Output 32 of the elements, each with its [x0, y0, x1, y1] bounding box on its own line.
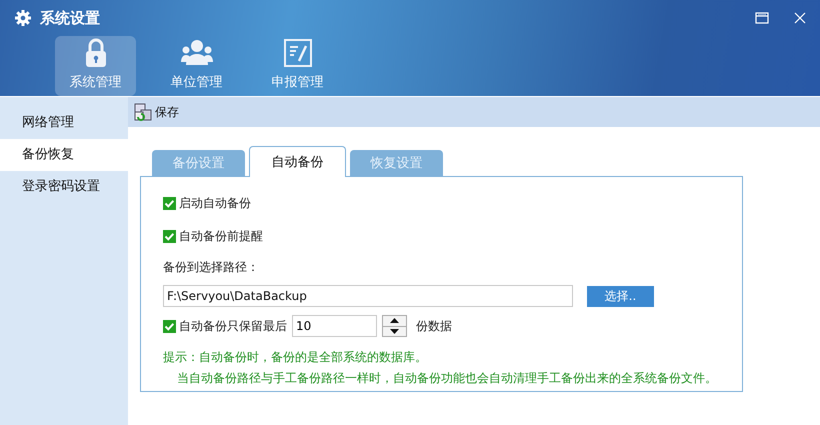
unit-label: 份数据: [416, 318, 452, 334]
checkbox-label: 启动自动备份: [179, 194, 251, 212]
spin-buttons[interactable]: [382, 315, 407, 337]
hint-text: 当自动备份路径与手工备份路径一样时，自动备份功能也会自动清理手工备份出来的全系统备份文件。: [176, 370, 718, 387]
checkbox-label: 自动备份前提醒: [179, 228, 263, 244]
checkbox[interactable]: [163, 196, 176, 210]
number-field[interactable]: 10: [292, 315, 377, 337]
choose-button[interactable]: 选择..: [587, 286, 654, 306]
down-arrow-icon[interactable]: [390, 328, 399, 334]
close-icon[interactable]: [794, 12, 806, 24]
window-title: 系统设置: [40, 8, 100, 28]
hint-text: 提示：自动备份时，备份的是全部系统的数据库。: [163, 349, 428, 366]
checkbox[interactable]: [163, 320, 176, 332]
tab[interactable]: 自动备份: [249, 146, 346, 177]
form-icon: [282, 37, 314, 67]
users-icon: [180, 37, 212, 67]
sidebar-item[interactable]: 备份恢复: [0, 139, 128, 171]
save-icon: [134, 103, 152, 121]
save-button[interactable]: 保存: [134, 103, 179, 121]
sidebar-item[interactable]: 登录密码设置: [0, 171, 128, 203]
nav-label: 系统管理: [70, 74, 122, 91]
restore-icon[interactable]: [755, 12, 769, 24]
nav-tab[interactable]: 单位管理: [156, 36, 237, 96]
sidebar-item[interactable]: 网络管理: [0, 107, 128, 139]
checkbox-label: 自动备份只保留最后: [179, 318, 287, 334]
nav-label: 申报管理: [272, 74, 324, 91]
up-arrow-icon[interactable]: [390, 318, 399, 324]
nav-label: 单位管理: [170, 74, 222, 91]
settings-icon: [14, 9, 32, 27]
path-field[interactable]: F:\Servyou\DataBackup: [163, 285, 573, 307]
checkbox[interactable]: [163, 230, 176, 242]
field-label: 备份到选择路径：: [163, 259, 260, 276]
